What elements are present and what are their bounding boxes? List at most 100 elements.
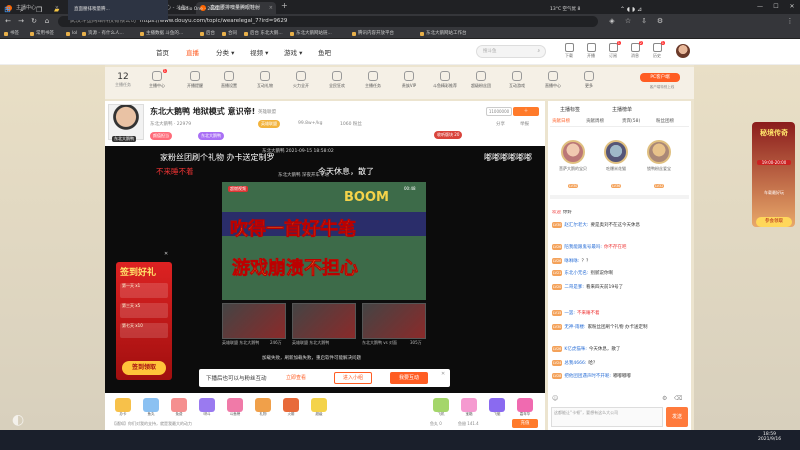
recharge-button[interactable]: 充值 [512, 419, 538, 428]
tab-vip[interactable]: 贵宾(58) [622, 118, 640, 124]
category-link[interactable]: 英雄联盟 [258, 110, 276, 115]
close-icon[interactable]: ✕ [441, 371, 445, 377]
anchor-tag[interactable]: 东北大鹅鸭 [198, 132, 224, 140]
chat-username[interactable]: 总我4666: [564, 361, 586, 366]
weather-widget[interactable]: 13°C 空气优 8 [550, 0, 580, 20]
top-fan[interactable]: 锁鸭粉丝爱宝 [644, 140, 674, 172]
user-avatar[interactable] [676, 44, 690, 58]
maximize-icon[interactable]: ☐ [768, 1, 784, 13]
top-fan[interactable]: 吃爆米花猫 [601, 140, 631, 172]
extension-icon[interactable]: ◈ [606, 15, 618, 27]
top-fan[interactable]: 菩萨大鹅的宝贝 [558, 140, 588, 172]
bookmark-item[interactable]: 常用书签 [30, 28, 54, 39]
search-icon[interactable]: ⌕ [20, 0, 24, 20]
taskbar-app[interactable]: Studio One - 2021... [172, 0, 272, 20]
promo-cta[interactable]: 参会领取 [756, 217, 792, 227]
gift-item[interactable]: 超级 [308, 398, 330, 420]
settings-icon[interactable]: ⚙ [654, 15, 666, 27]
menu-icon[interactable]: ⋮ [784, 15, 796, 27]
bookmark-item[interactable]: 后台 [200, 28, 215, 39]
close-window-icon[interactable]: ✕ [784, 1, 800, 13]
gift-item[interactable]: 火箭 [280, 398, 302, 420]
chat-input[interactable]: 这都能让“卡顿”，要想有这么大公司 [551, 407, 663, 427]
signin-button[interactable]: 签到领取 [122, 361, 166, 375]
video-thumbnail[interactable] [292, 303, 356, 339]
report-button[interactable]: 举报 [520, 121, 529, 127]
bookmark-item[interactable]: 东北大鹅网站链... [290, 28, 332, 39]
new-tab-icon[interactable]: + [281, 1, 288, 10]
join-group-button[interactable]: 进入小组 [334, 372, 372, 384]
bookmark-item[interactable]: 书签 [4, 28, 19, 39]
gift-item[interactable]: 飞机 [430, 398, 452, 420]
file-explorer-icon[interactable]: ▰ [54, 0, 59, 20]
header-download[interactable]: 下载 [560, 43, 578, 59]
feature-item[interactable]: 互动游戏 [504, 71, 530, 89]
chat-username[interactable]: 把他团团遇声时不开呢: [564, 374, 611, 379]
anchor-name[interactable]: 东北大鹅鸭 · 22979 [150, 121, 191, 127]
chat-username[interactable]: 陪我能跟鬼号最吗: [564, 245, 602, 250]
chat-username[interactable]: 欢迎 [552, 210, 561, 215]
bookmark-item[interactable]: 东北大鹅网站工作台 [420, 28, 467, 39]
chat-username[interactable]: 东北小无名: [564, 271, 588, 276]
gift-item[interactable]: 嘉年华 [514, 398, 536, 420]
share-button[interactable]: 分享 [496, 121, 505, 127]
settings-icon[interactable]: ⚙ [662, 395, 667, 402]
header-history[interactable]: 1 历史 [648, 41, 666, 59]
gift-item[interactable]: 宝箱 [458, 398, 480, 420]
gift-item[interactable]: 免费 [168, 398, 190, 420]
tab-anchor-tags[interactable]: 主播标签 [560, 106, 580, 113]
feature-item[interactable]: 全民狂欢 [324, 71, 350, 89]
bookmark-item[interactable]: 主播数据 斗鱼的... [140, 28, 183, 39]
follow-prompt-link[interactable]: 立即查看 [286, 374, 306, 381]
taskbar-app[interactable]: 直面腰排噢量腾... [68, 0, 168, 20]
feature-item[interactable]: 直播中心 [540, 71, 566, 89]
minimize-icon[interactable]: — [752, 1, 768, 13]
send-button[interactable]: 发送 [666, 407, 688, 427]
chat-username[interactable]: 二哥是爹: [564, 285, 584, 290]
chat-username[interactable]: 无神-雨楼: [564, 325, 585, 330]
gift-item[interactable]: 礼物 [252, 398, 274, 420]
gift-item[interactable]: 飞艇 [486, 398, 508, 420]
feature-item[interactable]: 直播设置 [216, 71, 242, 89]
tab-fan-rank[interactable]: 粉丝团榜 [656, 118, 674, 124]
gift-item[interactable]: 斗鱼榜 [224, 398, 246, 420]
bookmark-item[interactable]: 合同 [222, 28, 237, 39]
feature-item[interactable]: 互动礼物 [252, 71, 278, 89]
windows-start-icon[interactable]: ⊞ [4, 0, 11, 20]
feature-item[interactable]: 主播任务 [360, 71, 386, 89]
site-search-input[interactable]: 搜斗鱼 ⌕ [476, 45, 546, 58]
video-thumbnail[interactable] [362, 303, 426, 339]
tab-weekly-contribution[interactable]: 贡献周榜 [586, 118, 604, 124]
pc-client-button[interactable]: PC客户端 [640, 73, 680, 82]
anchor-level[interactable]: 12 主播任务 [112, 72, 134, 88]
nav-fishbar[interactable]: 鱼吧 [318, 47, 331, 57]
gift-item[interactable]: 办卡 [112, 398, 134, 420]
bookmark-item[interactable]: 资源 - 有什么人... [82, 28, 124, 39]
header-subscribe[interactable]: 1 订阅 [604, 41, 622, 59]
feature-item[interactable]: 更多 [576, 71, 602, 89]
nav-live[interactable]: 直播 [186, 47, 199, 57]
feature-item[interactable]: 超级粉丝团 [468, 71, 494, 89]
chat-username[interactable]: 咻咻咻: [564, 259, 579, 264]
feature-item[interactable]: 斗鱼精彩推荐 [432, 71, 458, 89]
anchor-avatar[interactable] [108, 104, 144, 140]
header-start-live[interactable]: 开播 [582, 43, 600, 59]
anchor-tag[interactable]: 颜值担当 [150, 132, 172, 140]
bookmark-item[interactable]: 腾讯内容开放平台 [352, 28, 394, 39]
chat-username[interactable]: 一罢: [564, 311, 575, 316]
gift-item[interactable]: 呀斗 [196, 398, 218, 420]
feature-item[interactable]: 开播提醒 [182, 71, 208, 89]
emoji-icon[interactable]: ☺ [552, 395, 558, 402]
listen-badge[interactable]: 收听版块 20 [434, 131, 463, 139]
browser-tab[interactable]: 主播中心 × [2, 2, 62, 14]
header-messages[interactable]: 2 消息 [626, 41, 644, 59]
nav-home[interactable]: 首页 [156, 47, 169, 57]
search-icon[interactable]: ⌕ [537, 46, 540, 57]
chat-username[interactable]: 赵汇尔老大: [564, 223, 588, 228]
chat-username[interactable]: K亿虎猫咪: [564, 347, 586, 352]
bookmark-item[interactable]: lol [66, 28, 77, 39]
feature-item[interactable]: 贵族VIP [396, 71, 422, 89]
interact-button[interactable]: 我要互动 [390, 372, 428, 384]
tray-icons[interactable]: ⌃ ◖ ◗ ⊿ [620, 0, 642, 20]
tab-daily-contribution[interactable]: 贡献日榜 [552, 118, 570, 124]
